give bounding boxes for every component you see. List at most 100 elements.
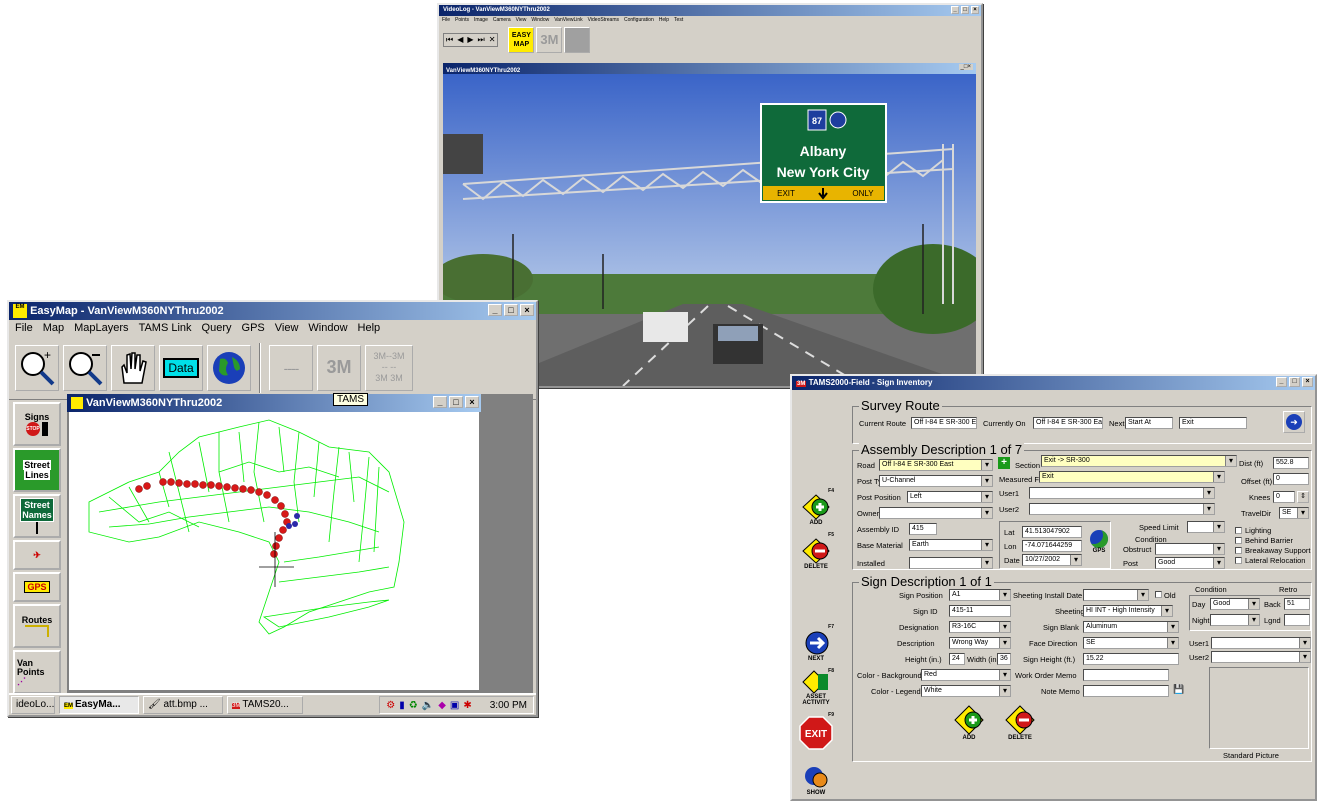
menu-window[interactable]: Window <box>531 17 549 23</box>
menu-query[interactable]: Query <box>202 322 232 334</box>
tray-sync-icon[interactable]: ♻ <box>409 700 418 711</box>
menu-help[interactable]: Help <box>659 17 669 23</box>
minimize-button[interactable]: _ <box>488 304 502 316</box>
pan-button[interactable] <box>111 344 155 391</box>
menu-view[interactable]: View <box>275 322 299 334</box>
taskbar-videolog[interactable]: ideoLo... <box>11 696 55 714</box>
delete-assembly-button[interactable]: F5 DELETE <box>798 532 834 570</box>
sign-position-select[interactable]: A1 <box>949 589 1011 601</box>
lat-field[interactable]: 41.513047902 <box>1022 526 1082 538</box>
sign-id-field[interactable]: 415-11 <box>949 605 1011 617</box>
3m-button[interactable]: 3M <box>317 344 361 391</box>
date-field[interactable]: 10/27/2002 <box>1022 554 1082 566</box>
menu-vanviewlink[interactable]: VanViewLink <box>554 17 582 23</box>
minimize-button[interactable]: _ <box>951 6 959 14</box>
add-sign-button[interactable]: ADD <box>953 705 985 745</box>
menu-view[interactable]: View <box>516 17 527 23</box>
post-condition-select[interactable]: Good <box>1155 557 1225 569</box>
save-disk-icon[interactable]: 💾 <box>1173 684 1184 695</box>
speed-limit-select[interactable] <box>1187 521 1225 533</box>
menu-window[interactable]: Window <box>308 322 347 334</box>
3m-layout-button[interactable]: 3M--3M -- -- 3M 3M <box>365 344 413 391</box>
next-route-field[interactable]: Start At <box>1125 417 1173 429</box>
post-position-select[interactable]: Left <box>907 491 993 503</box>
close-button[interactable]: × <box>971 6 979 14</box>
measured-from-select[interactable]: Exit <box>1039 471 1225 483</box>
installed-select[interactable] <box>909 557 993 569</box>
menu-maplayers[interactable]: MapLayers <box>74 322 128 334</box>
next-button[interactable]: F7 NEXT <box>798 624 834 662</box>
exit-route-field[interactable]: Exit <box>1179 417 1247 429</box>
note-memo-field[interactable] <box>1083 685 1169 697</box>
road-select[interactable]: Off I-84 E SR-300 East <box>879 459 993 471</box>
currently-on-field[interactable]: Off I-84 E SR-300 Ea <box>1033 417 1103 429</box>
menu-file[interactable]: File <box>15 322 33 334</box>
routes-layer-button[interactable]: Routes <box>13 604 61 648</box>
close-button[interactable]: × <box>520 304 534 316</box>
knees-spinner[interactable]: ⇕ <box>1297 491 1309 503</box>
maximize-button[interactable]: □ <box>961 6 969 14</box>
zoom-out-button[interactable] <box>63 344 107 391</box>
lateral-checkbox[interactable] <box>1235 557 1242 564</box>
satellite-layer-button[interactable]: ✈ <box>13 540 61 570</box>
tray-app-icon[interactable]: ◆ <box>438 700 446 711</box>
color-background-select[interactable]: Red <box>921 669 1011 681</box>
minimize-button[interactable]: _ <box>1276 377 1287 387</box>
owner-select[interactable] <box>879 507 993 519</box>
delete-sign-button[interactable]: DELETE <box>1003 705 1037 745</box>
menu-videostreams[interactable]: VideoStreams <box>588 17 619 23</box>
menu-file[interactable]: File <box>442 17 450 23</box>
menu-image[interactable]: Image <box>474 17 488 23</box>
offset-field[interactable]: 0 <box>1273 473 1309 485</box>
menu-points[interactable]: Points <box>455 17 469 23</box>
menu-camera[interactable]: Camera <box>493 17 511 23</box>
knees-field[interactable]: 0 <box>1273 491 1295 503</box>
van-points-layer-button[interactable]: Van Points ⋰ <box>13 650 61 694</box>
width-field[interactable]: 36 <box>997 653 1011 665</box>
taskbar-att-bmp[interactable]: 🖌 att.bmp ... <box>143 696 223 714</box>
tray-monitor-icon[interactable]: ▣ <box>450 700 459 711</box>
obstruct-select[interactable] <box>1155 543 1225 555</box>
user2-select[interactable] <box>1029 503 1215 515</box>
night-condition-select[interactable] <box>1210 614 1260 626</box>
next-frame-icon[interactable]: ▶ <box>465 34 475 46</box>
stop-icon[interactable]: ✕ <box>487 34 498 46</box>
old-checkbox[interactable] <box>1155 591 1162 598</box>
menu-help[interactable]: Help <box>358 322 381 334</box>
signs-layer-button[interactable]: Signs STOP <box>13 402 61 446</box>
gps-layer-button[interactable]: GPS <box>13 572 61 602</box>
sheeting-select[interactable]: HI INT - High Intensity <box>1083 605 1173 617</box>
post-type-select[interactable]: U-Channel <box>879 475 993 487</box>
base-material-select[interactable]: Earth <box>909 539 993 551</box>
lighting-checkbox[interactable] <box>1235 527 1242 534</box>
sign-height-field[interactable]: 15.22 <box>1083 653 1179 665</box>
close-button[interactable]: × <box>465 396 479 408</box>
face-direction-select[interactable]: SE <box>1083 637 1179 649</box>
legend-retro-field[interactable] <box>1284 614 1310 626</box>
travel-dir-select[interactable]: SE <box>1279 507 1309 519</box>
back-retro-field[interactable]: 51 <box>1284 598 1310 610</box>
section-select[interactable]: Exit -> SR-300 <box>1041 455 1237 467</box>
menu-tams-link[interactable]: TAMS Link <box>139 322 192 334</box>
minimize-button[interactable]: _ <box>433 396 447 408</box>
menu-configuration[interactable]: Configuration <box>624 17 654 23</box>
easymap-button[interactable]: EASY MAP <box>508 27 535 53</box>
day-condition-select[interactable]: Good <box>1210 598 1260 610</box>
designation-select[interactable]: R3-16C <box>949 621 1011 633</box>
sign-user1-select[interactable] <box>1211 637 1311 649</box>
add-assembly-button[interactable]: F4 ADD <box>798 488 834 526</box>
behind-barrier-checkbox[interactable] <box>1235 537 1242 544</box>
inner-window-buttons[interactable]: _□× <box>958 64 973 70</box>
dist-field[interactable]: 552.8 <box>1273 457 1309 469</box>
add-road-icon[interactable]: + <box>998 457 1010 469</box>
height-field[interactable]: 24 <box>949 653 965 665</box>
tray-volume-icon[interactable]: 🔈 <box>422 700 434 711</box>
asset-activity-button[interactable]: F8 ASSET ACTIVITY <box>798 668 834 706</box>
exit-button[interactable]: F9 EXIT <box>798 712 834 750</box>
sign-blank-select[interactable]: Aluminum <box>1083 621 1179 633</box>
taskbar-easymap[interactable]: EM EasyMa... <box>59 696 139 714</box>
sheeting-date-select[interactable] <box>1083 589 1149 601</box>
dashes-button[interactable]: ---- <box>269 344 313 391</box>
current-route-field[interactable]: Off I-84 E SR-300 E <box>911 417 977 429</box>
maximize-button[interactable]: □ <box>449 396 463 408</box>
